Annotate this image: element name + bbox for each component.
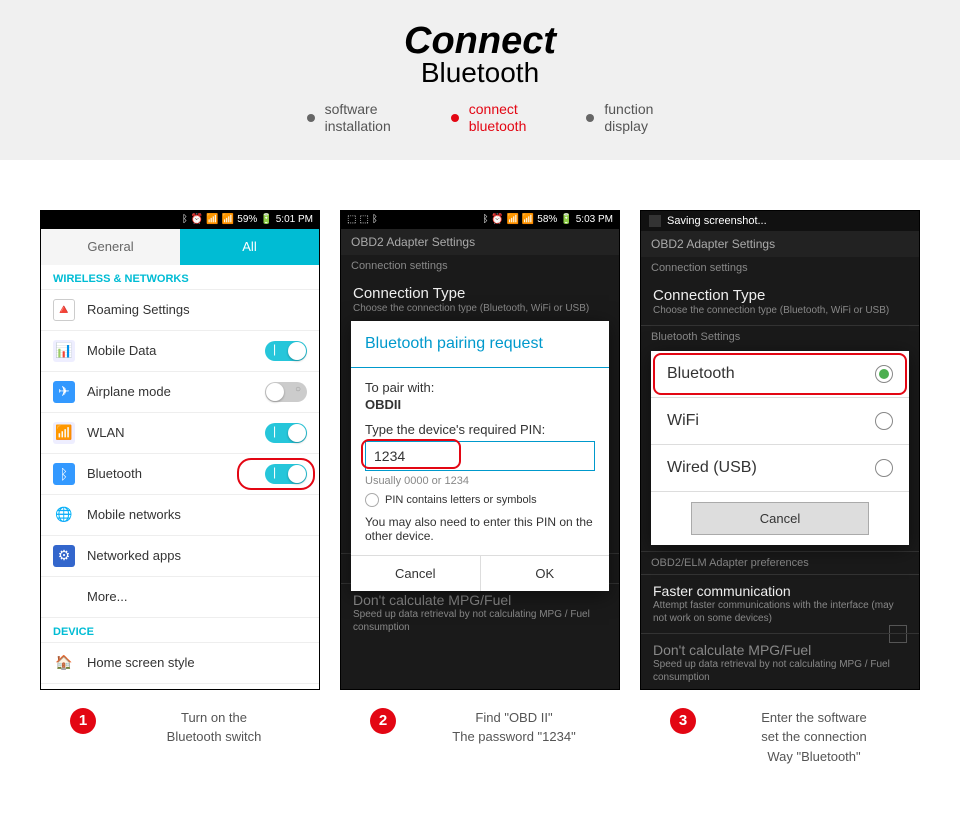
toggle-mobile-data[interactable] bbox=[265, 341, 307, 361]
item-connection-type[interactable]: Connection Type Choose the connection ty… bbox=[341, 277, 619, 323]
pin-hint: Usually 0000 or 1234 bbox=[365, 475, 595, 487]
battery-icon: 🔋 bbox=[260, 214, 272, 225]
title-sub: Bluetooth bbox=[0, 57, 960, 89]
nav-item-connect[interactable]: connectbluetooth bbox=[451, 101, 527, 135]
option-bluetooth[interactable]: Bluetooth bbox=[651, 351, 909, 398]
pair-with-label: To pair with: bbox=[365, 380, 595, 395]
nav-item-software[interactable]: softwareinstallation bbox=[307, 101, 391, 135]
link-icon: ⬚ bbox=[359, 214, 368, 225]
row-airplane[interactable]: ✈Airplane mode bbox=[41, 372, 319, 413]
page-title: OBD2 Adapter Settings bbox=[641, 231, 919, 257]
alarm-icon: ⏰ bbox=[191, 214, 203, 225]
toggle-airplane[interactable] bbox=[265, 382, 307, 402]
screenshot-3: Saving screenshot... OBD2 Adapter Settin… bbox=[640, 210, 920, 690]
caption-2: 2 Find "OBD II"The password "1234" bbox=[340, 708, 620, 767]
wlan-icon: 📶 bbox=[53, 422, 75, 444]
bt-icon: ᛒ bbox=[372, 214, 378, 225]
bg-item-mpg[interactable]: Don't calculate MPG/FuelSpeed up data re… bbox=[341, 583, 619, 642]
section-wireless: WIRELESS & NETWORKS bbox=[41, 265, 319, 290]
bluetooth-icon: ᛒ bbox=[182, 214, 188, 225]
mobile-networks-icon: 🌐 bbox=[53, 504, 75, 526]
wifi-icon: 📶 bbox=[206, 214, 218, 225]
caption-3: 3 Enter the softwareset the connectionWa… bbox=[640, 708, 920, 767]
highlight-pin bbox=[361, 439, 461, 469]
screenshot-2: ⬚⬚ᛒ ᛒ ⏰ 📶 📶 58%🔋 5:03 PM OBD2 Adapter Se… bbox=[340, 210, 620, 690]
screenshot-1: ᛒ⏰📶📶 59%🔋 5:01 PM General All WIRELESS &… bbox=[40, 210, 320, 690]
section-connection: Connection settings bbox=[341, 255, 619, 277]
tab-general[interactable]: General bbox=[41, 229, 180, 265]
pin-note: You may also need to enter this PIN on t… bbox=[365, 515, 595, 543]
checkbox-icon bbox=[365, 493, 379, 507]
networked-apps-icon: ⚙ bbox=[53, 545, 75, 567]
highlight-bluetooth-toggle bbox=[237, 458, 315, 490]
cancel-button[interactable]: Cancel bbox=[691, 502, 869, 535]
status-bar: ⬚⬚ᛒ ᛒ ⏰ 📶 📶 58%🔋 5:03 PM bbox=[341, 211, 619, 229]
row-more[interactable]: More... bbox=[41, 577, 319, 618]
highlight-bluetooth-option bbox=[653, 353, 907, 395]
step-number-2: 2 bbox=[370, 708, 396, 734]
row-home-screen[interactable]: 🏠Home screen style bbox=[41, 643, 319, 684]
section-connection: Connection settings bbox=[641, 257, 919, 279]
step-number-1: 1 bbox=[70, 708, 96, 734]
pin-label: Type the device's required PIN: bbox=[365, 422, 595, 437]
option-wired[interactable]: Wired (USB) bbox=[651, 445, 909, 492]
step-number-3: 3 bbox=[670, 708, 696, 734]
ok-button[interactable]: OK bbox=[481, 556, 610, 591]
page-title: OBD2 Adapter Settings bbox=[341, 229, 619, 255]
dot-icon bbox=[586, 114, 594, 122]
dialog-title: Bluetooth pairing request bbox=[351, 321, 609, 368]
signal-icon: 📶 bbox=[222, 214, 234, 225]
row-mobile-data[interactable]: 📊Mobile Data bbox=[41, 331, 319, 372]
row-mobile-networks[interactable]: 🌐Mobile networks bbox=[41, 495, 319, 536]
row-bluetooth[interactable]: ᛒBluetooth bbox=[41, 454, 319, 495]
row-roaming[interactable]: 🔺Roaming Settings bbox=[41, 290, 319, 331]
section-bt-settings: Bluetooth Settings bbox=[641, 325, 919, 348]
connection-type-dialog: Bluetooth WiFi Wired (USB) Cancel bbox=[651, 351, 909, 545]
cancel-button[interactable]: Cancel bbox=[351, 556, 481, 591]
toggle-wlan[interactable] bbox=[265, 423, 307, 443]
item-faster-comm[interactable]: Faster communicationAttempt faster commu… bbox=[641, 574, 919, 633]
airplane-icon: ✈ bbox=[53, 381, 75, 403]
option-wifi[interactable]: WiFi bbox=[651, 398, 909, 445]
row-wlan[interactable]: 📶WLAN bbox=[41, 413, 319, 454]
dot-icon bbox=[451, 114, 459, 122]
obd-icon: ⬚ bbox=[347, 214, 356, 225]
screenshot-icon bbox=[649, 215, 661, 227]
pairing-dialog: Bluetooth pairing request To pair with: … bbox=[351, 321, 609, 591]
status-bar: ᛒ⏰📶📶 59%🔋 5:01 PM bbox=[41, 211, 319, 229]
item-mpg[interactable]: Don't calculate MPG/FuelSpeed up data re… bbox=[641, 633, 919, 690]
home-icon: 🏠 bbox=[53, 652, 75, 674]
row-sound[interactable]: 🔊Sound bbox=[41, 684, 319, 689]
mobile-data-icon: 📊 bbox=[53, 340, 75, 362]
radio-icon bbox=[875, 412, 893, 430]
section-device: DEVICE bbox=[41, 618, 319, 643]
nav-steps: softwareinstallation connectbluetooth fu… bbox=[0, 101, 960, 135]
saving-notification: Saving screenshot... bbox=[641, 211, 919, 231]
dot-icon bbox=[307, 114, 315, 122]
row-networked-apps[interactable]: ⚙Networked apps bbox=[41, 536, 319, 577]
pair-with-value: OBDII bbox=[365, 397, 595, 412]
bluetooth-icon: ᛒ bbox=[53, 463, 75, 485]
nav-item-function[interactable]: functiondisplay bbox=[586, 101, 653, 135]
settings-tabs: General All bbox=[41, 229, 319, 265]
tab-all[interactable]: All bbox=[180, 229, 319, 265]
radio-icon bbox=[875, 459, 893, 477]
roaming-icon: 🔺 bbox=[53, 299, 75, 321]
pin-letters-checkbox[interactable]: PIN contains letters or symbols bbox=[365, 493, 595, 507]
section-prefs: OBD2/ELM Adapter preferences bbox=[641, 551, 919, 574]
item-connection-type[interactable]: Connection TypeChoose the connection typ… bbox=[641, 279, 919, 325]
header: Connect Bluetooth softwareinstallation c… bbox=[0, 0, 960, 160]
caption-1: 1 Turn on theBluetooth switch bbox=[40, 708, 320, 767]
